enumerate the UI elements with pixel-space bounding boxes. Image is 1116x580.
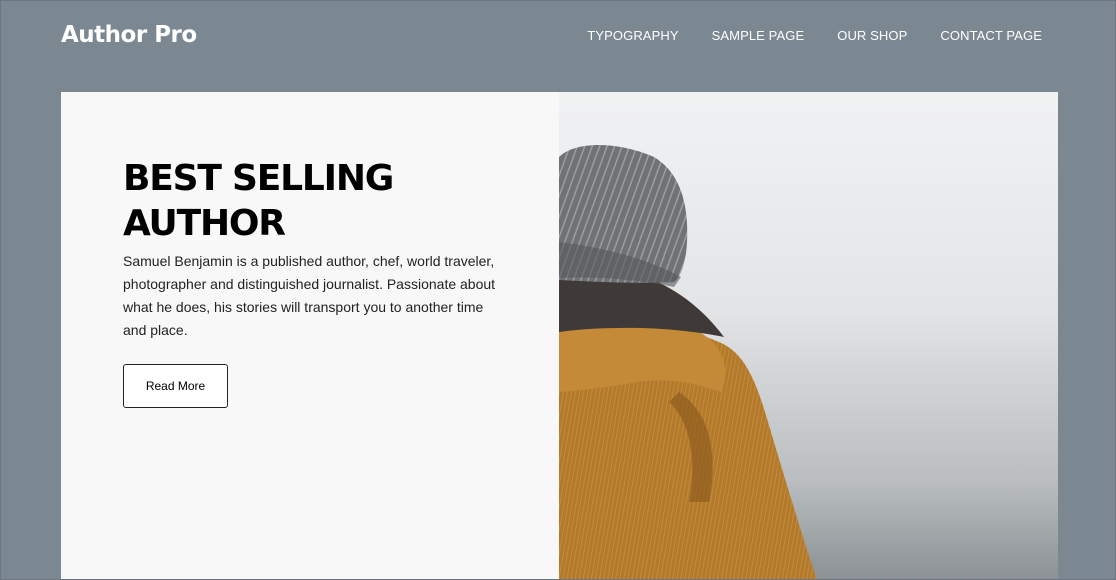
hero-title: BEST SELLING AUTHOR xyxy=(123,158,394,244)
read-more-button[interactable]: Read More xyxy=(123,364,228,408)
nav-item-contact-page[interactable]: CONTACT PAGE xyxy=(940,28,1042,43)
site-title-link[interactable]: Author Pro xyxy=(61,22,197,48)
hero-image xyxy=(559,92,1058,580)
nav-item-typography[interactable]: TYPOGRAPHY xyxy=(587,28,678,43)
hero-section: BEST SELLING AUTHOR Samuel Benjamin is a… xyxy=(61,92,1058,580)
hero-description: Samuel Benjamin is a published author, c… xyxy=(123,253,496,338)
nav-item-sample-page[interactable]: SAMPLE PAGE xyxy=(712,28,805,43)
site-header: Author Pro TYPOGRAPHY SAMPLE PAGE OUR SH… xyxy=(0,0,1116,92)
nav-item-our-shop[interactable]: OUR SHOP xyxy=(837,28,907,43)
primary-nav: TYPOGRAPHY SAMPLE PAGE OUR SHOP CONTACT … xyxy=(587,28,1042,43)
hero-text-panel: BEST SELLING AUTHOR Samuel Benjamin is a… xyxy=(61,92,559,580)
author-photo xyxy=(559,92,1058,580)
